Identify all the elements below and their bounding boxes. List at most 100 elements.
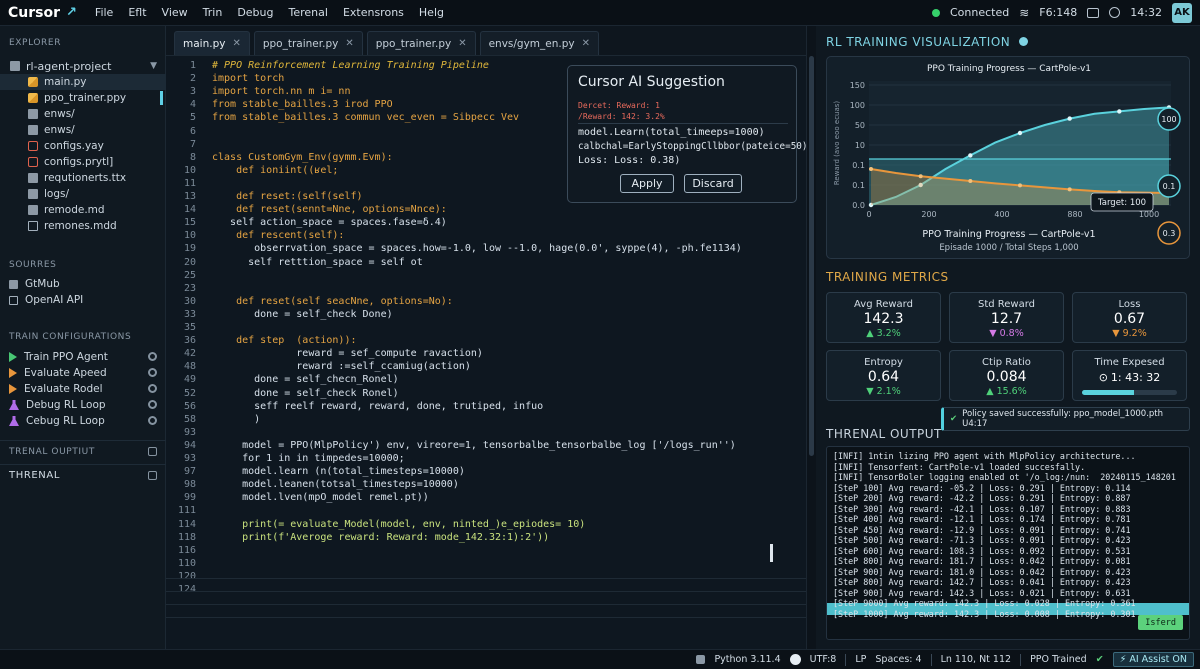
- run-evaluate-rodel[interactable]: Evaluate Rodel: [0, 381, 166, 397]
- close-icon[interactable]: ✕: [232, 38, 240, 49]
- gear-icon[interactable]: [148, 400, 157, 409]
- scrollbar-thumb[interactable]: [809, 56, 814, 456]
- file-item-configs-yay[interactable]: configs.yay: [0, 138, 166, 154]
- menu-file[interactable]: File: [95, 6, 113, 19]
- terminal-line: [SteP 200] Avg reward: -42.2 | Loss: 0.2…: [833, 493, 1131, 503]
- code-line: def reset:(self(self): [212, 191, 363, 202]
- terminal-output-section[interactable]: TRENAL OUPTIUT: [0, 440, 166, 462]
- panel-icon[interactable]: [148, 447, 157, 456]
- source-label: GtMub: [25, 278, 60, 290]
- menu-terminal[interactable]: Terenal: [289, 6, 328, 19]
- battery-icon: [1087, 7, 1100, 18]
- code-line: self action_space = spaces.fase=δ.4): [212, 217, 447, 229]
- y-tick-label: 150: [850, 81, 865, 90]
- metric-delta-text: 2.1%: [876, 386, 901, 397]
- app-logo: Cursor: [8, 4, 61, 21]
- lp-indicator[interactable]: LP: [855, 654, 866, 665]
- file-item-requirements[interactable]: requtionerts.ttx: [0, 170, 166, 186]
- metric-card: Time Expesed ⊙ 1: 43: 32: [1072, 350, 1187, 401]
- menu-train[interactable]: Trin: [203, 6, 223, 19]
- menu-view[interactable]: View: [162, 6, 188, 19]
- menu-edit[interactable]: Eflt: [128, 6, 146, 19]
- code-line: for 1 in in timpedes=10000;: [212, 453, 405, 464]
- gear-icon[interactable]: [148, 384, 157, 393]
- chevron-down-icon[interactable]: ▼: [150, 61, 157, 71]
- file-item-remode[interactable]: remode.md: [0, 202, 166, 218]
- tab-ppo-trainer-2[interactable]: ppo_trainer.py ✕: [366, 31, 476, 55]
- discard-button[interactable]: Discard: [684, 174, 742, 193]
- terminal-line: [SteP 800] Avg reward: 142.7 | Loss: 0.0…: [833, 577, 1131, 587]
- status-metric: F6:148: [1039, 6, 1078, 19]
- line-number: 8: [189, 151, 196, 163]
- folder-item-envs[interactable]: enws/: [0, 106, 166, 122]
- run-cebug-rl-loop[interactable]: Cebug RL Loop: [0, 413, 166, 429]
- x-tick-label: 880: [1067, 210, 1082, 219]
- gear-icon[interactable]: [148, 352, 157, 361]
- theme-icon[interactable]: [1109, 7, 1121, 18]
- ai-assist-toggle[interactable]: ⚡ AI Assist ON: [1112, 652, 1194, 667]
- menu-help[interactable]: Helg: [419, 6, 444, 19]
- menu-extensions[interactable]: Extensrons: [343, 6, 404, 19]
- close-icon[interactable]: ✕: [345, 38, 353, 49]
- play-icon: [9, 384, 17, 394]
- code-line: import torch.nn m i= nn: [212, 86, 351, 98]
- code-line: model = PPO(MlpPolicy') env, vireore=1, …: [212, 439, 736, 451]
- file-label: configs.prytl]: [44, 156, 114, 168]
- run-evaluate-apeed[interactable]: Evaluate Apeed: [0, 365, 166, 381]
- close-icon[interactable]: ✕: [582, 38, 590, 49]
- editor-scrollbar[interactable]: [806, 26, 816, 649]
- terminal-line: [SteP 900] Avg reward: 181.0 | Loss: 0.0…: [833, 566, 1131, 577]
- panel-icon[interactable]: [148, 471, 157, 480]
- terminal-status-badge[interactable]: Isferd: [1138, 615, 1183, 630]
- terminal-section[interactable]: THRENAL: [0, 464, 166, 486]
- arrow-down-icon: ▼: [866, 386, 877, 397]
- run-train-ppo-agent[interactable]: Train PPO Agent: [0, 349, 166, 365]
- code-line: model.lven(mpO_model remel.pt)): [212, 492, 429, 504]
- project-name: rl-agent-project: [26, 59, 112, 73]
- gear-icon[interactable]: [148, 416, 157, 425]
- folder-item-logs[interactable]: logs/: [0, 186, 166, 202]
- github-icon: [9, 279, 18, 289]
- project-folder[interactable]: rl-agent-project ▼: [0, 58, 166, 74]
- tab-gym-env[interactable]: envs/gym_en.py ✕: [479, 31, 600, 55]
- apply-button[interactable]: Apply: [620, 174, 674, 193]
- cursor-position[interactable]: Ln 110, Nt 112: [941, 654, 1012, 665]
- source-item-github[interactable]: GtMub: [0, 276, 166, 292]
- avatar[interactable]: AK: [1172, 2, 1192, 23]
- folder-item-envs-2[interactable]: enws/: [0, 122, 166, 138]
- source-item-openai[interactable]: OpenAI API: [0, 292, 166, 308]
- gear-icon[interactable]: [148, 368, 157, 377]
- text-cursor: [770, 544, 773, 562]
- config-file-icon: [28, 157, 38, 167]
- ai-divider: [578, 123, 788, 124]
- terminal-line: [INFI] 1ntin lizing PPO agent with MlpPo…: [833, 451, 1136, 461]
- file-item-remones[interactable]: remones.mdd: [0, 218, 166, 234]
- x-tick-label: 200: [921, 210, 936, 219]
- python-version[interactable]: Python 3.11.4: [714, 654, 780, 665]
- tab-ppo-trainer[interactable]: ppo_trainer.py ✕: [253, 31, 363, 55]
- encoding[interactable]: UTF:8: [810, 654, 837, 665]
- logo-arrow-icon: ↗: [66, 5, 77, 20]
- menu-debug[interactable]: Debug: [237, 6, 273, 19]
- file-item-ppo-trainer[interactable]: ppo_trainer.ppy: [0, 90, 166, 106]
- file-item-main[interactable]: main.py: [0, 74, 166, 90]
- close-icon[interactable]: ✕: [458, 38, 466, 49]
- terminal-output[interactable]: [INFI] 1ntin lizing PPO agent with MlpPo…: [826, 446, 1190, 640]
- encoding-icon: [789, 654, 801, 665]
- editor-divider: [166, 566, 806, 579]
- time-progress-fill: [1082, 390, 1135, 395]
- metric-delta-text: 3.2%: [876, 328, 901, 339]
- tab-main-py[interactable]: main.py ✕: [174, 31, 250, 55]
- run-debug-rl-loop[interactable]: Debug RL Loop: [0, 397, 166, 413]
- code-line: seff reelf reward, reward, done, trutipe…: [212, 400, 544, 412]
- folder-icon: [28, 173, 38, 183]
- code-line: ): [212, 413, 261, 425]
- file-item-configs-prytl[interactable]: configs.prytl]: [0, 154, 166, 170]
- code-editor[interactable]: 1 2 3 4 5 6 7 8 10 11 13 14 15 10 19 20 25 23 30 33 35 36 42 48…: [166, 56, 806, 649]
- line-number: 25: [183, 269, 196, 281]
- indent-spaces[interactable]: Spaces: 4: [875, 654, 921, 665]
- y-tick-label: 0.1: [852, 181, 865, 190]
- ai-assist-label: AI Assist ON: [1129, 654, 1187, 665]
- code-line: from stable_bailles.3 irod PPO: [212, 99, 393, 111]
- code-line: class CustomGym_Env(gymm.Evm):: [212, 151, 393, 163]
